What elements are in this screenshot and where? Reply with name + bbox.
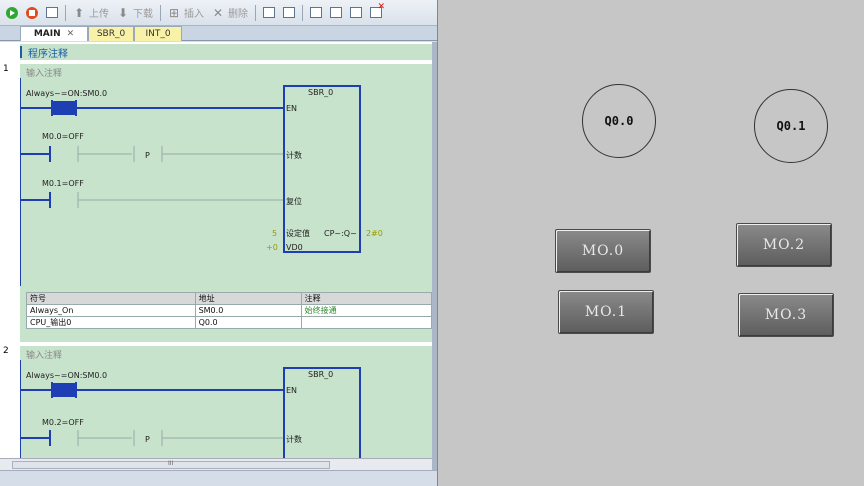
program-tabs: MAIN ✕ SBR_0 INT_0: [0, 26, 437, 41]
network-number: 2: [3, 346, 9, 356]
tab-main-label: MAIN: [33, 29, 61, 39]
contact-label: M0.1=OFF: [42, 179, 84, 188]
button-label: MO.3: [764, 307, 808, 323]
status-bar: [0, 470, 437, 486]
table-row[interactable]: Always_On SM0.0 始终接通: [26, 304, 432, 317]
tab-sbr-0[interactable]: SBR_0: [88, 26, 134, 41]
lamp-label: Q0.0: [604, 114, 634, 128]
contact-label: Always~=ON:SM0.0: [26, 371, 107, 380]
upload-icon[interactable]: ⬆: [71, 5, 87, 21]
table-row[interactable]: CPU_输出0 Q0.0: [26, 316, 432, 329]
comment-header: 注释: [300, 292, 432, 305]
button-mo-0[interactable]: MO.0: [555, 229, 651, 273]
horizontal-scrollbar[interactable]: III: [0, 458, 432, 470]
contact-label: M0.0=OFF: [42, 132, 84, 141]
scroll-grip: III: [168, 460, 174, 467]
toolbar-separator: [65, 4, 66, 21]
positive-transition-label: P: [145, 151, 150, 160]
screen: ⬆ 上传 ⬇ 下载 ⊞ 插入 ✕ 删除 MAIN ✕ SBR_0 INT_0 程序…: [0, 0, 864, 486]
symbol-table: 符号 地址 注释 Always_On SM0.0 始终接通 CPU_输出0 Q0…: [26, 292, 432, 329]
program-comment[interactable]: 程序注释: [20, 44, 432, 60]
download-button[interactable]: 下载: [133, 5, 153, 20]
hmi-panel: Q0.0 Q0.1 MO.0 MO.1 MO.2 MO.3: [438, 0, 864, 486]
network-number: 1: [3, 64, 9, 74]
button-mo-2[interactable]: MO.2: [736, 223, 832, 267]
network-body[interactable]: 输入注释 Always~=ON:SM0.0 M0.0=OFF P M0.1=OF…: [20, 64, 432, 342]
ladder-editor-window: ⬆ 上传 ⬇ 下载 ⊞ 插入 ✕ 删除 MAIN ✕ SBR_0 INT_0 程序…: [0, 0, 438, 486]
contact-label: M0.2=OFF: [42, 418, 84, 427]
ladder-area[interactable]: 程序注释 1 输入注释 Always~=ON:SM0.0 M0.0=OFF P …: [0, 42, 432, 458]
compile-icon[interactable]: [44, 5, 60, 21]
block-output-value: 2#0: [366, 229, 383, 238]
network-2[interactable]: 2 输入注释 Always~=ON:SM0.0 M0.2=OFF P SBR_0…: [0, 346, 432, 458]
network-left-icon[interactable]: [328, 5, 344, 21]
symbol-icon[interactable]: [261, 5, 277, 21]
address-cell: SM0.0: [194, 304, 302, 317]
address-header: 地址: [194, 292, 302, 305]
tab-main[interactable]: MAIN ✕: [20, 26, 88, 41]
address-cell: Q0.0: [194, 316, 302, 329]
button-label: MO.1: [584, 304, 628, 320]
button-mo-1[interactable]: MO.1: [558, 290, 654, 334]
comment-cell: [300, 316, 432, 329]
network-1[interactable]: 1 输入注释 Always~=ON:SM0.0 M0.0=OFF P M0.1=…: [0, 64, 432, 342]
button-label: MO.2: [762, 237, 806, 253]
insert-icon[interactable]: ⊞: [166, 5, 182, 21]
button-mo-3[interactable]: MO.3: [738, 293, 834, 337]
vd-value: +0: [266, 243, 278, 252]
network-delete-icon[interactable]: [368, 2, 385, 21]
stop-icon[interactable]: [24, 5, 40, 21]
setpoint-value: 5: [272, 229, 277, 238]
toolbar-separator: [160, 4, 161, 21]
toolbar-separator: [255, 4, 256, 21]
ladder-diagram: Always~=ON:SM0.0 M0.2=OFF P SBR_0 EN 计数: [20, 360, 361, 458]
positive-transition-label: P: [145, 435, 150, 444]
download-icon[interactable]: ⬇: [115, 5, 131, 21]
block-count-pin: 计数: [286, 150, 302, 160]
delete-button[interactable]: 删除: [228, 5, 248, 20]
block-en-pin: EN: [286, 386, 297, 395]
contact-sm0-0[interactable]: [52, 101, 76, 115]
table-icon[interactable]: [281, 5, 297, 21]
contact-label: Always~=ON:SM0.0: [26, 89, 107, 98]
contact-label-text: Always~=ON:SM0.0: [26, 89, 107, 98]
function-block[interactable]: [283, 367, 361, 458]
contact-label-text: Always~=ON:SM0.0: [26, 371, 107, 380]
symbol-cell: CPU_输出0: [26, 316, 196, 329]
contact-label-text: M0.1=OFF: [42, 179, 84, 188]
run-icon[interactable]: [4, 5, 20, 21]
lamp-q0-0: Q0.0: [582, 84, 656, 158]
tab-int-0[interactable]: INT_0: [134, 26, 182, 41]
block-vd-pin: VD0: [286, 243, 303, 252]
block-setpoint-pin: 设定值: [286, 228, 310, 238]
block-reset-pin: 复位: [286, 196, 302, 206]
close-icon[interactable]: ✕: [67, 29, 75, 39]
toolbar: ⬆ 上传 ⬇ 下载 ⊞ 插入 ✕ 删除: [0, 0, 437, 26]
block-name: SBR_0: [308, 88, 333, 97]
tab-sbr-label: SBR_0: [96, 29, 126, 39]
network-insert-icon[interactable]: [308, 5, 324, 21]
contact-sm0-0[interactable]: [52, 383, 76, 397]
delete-icon[interactable]: ✕: [210, 5, 226, 21]
toolbar-separator: [302, 4, 303, 21]
block-name: SBR_0: [308, 370, 333, 379]
symbol-cell: Always_On: [26, 304, 196, 317]
block-en-pin: EN: [286, 104, 297, 113]
button-label: MO.0: [581, 243, 625, 259]
contact-label-text: M0.0=OFF: [42, 132, 84, 141]
tab-int-label: INT_0: [145, 29, 171, 39]
lamp-q0-1: Q0.1: [754, 89, 828, 163]
symbol-header: 符号: [26, 292, 196, 305]
block-cpq-pin: CP~:Q~: [324, 229, 357, 238]
lamp-label: Q0.1: [776, 119, 806, 133]
block-count-pin: 计数: [286, 434, 302, 444]
comment-cell: 始终接通: [300, 304, 432, 317]
contact-label-text: M0.2=OFF: [42, 418, 84, 427]
network-body[interactable]: 输入注释 Always~=ON:SM0.0 M0.2=OFF P SBR_0 E…: [20, 346, 432, 458]
insert-button[interactable]: 插入: [184, 5, 204, 20]
network-right-icon[interactable]: [348, 5, 364, 21]
upload-button[interactable]: 上传: [89, 5, 109, 20]
